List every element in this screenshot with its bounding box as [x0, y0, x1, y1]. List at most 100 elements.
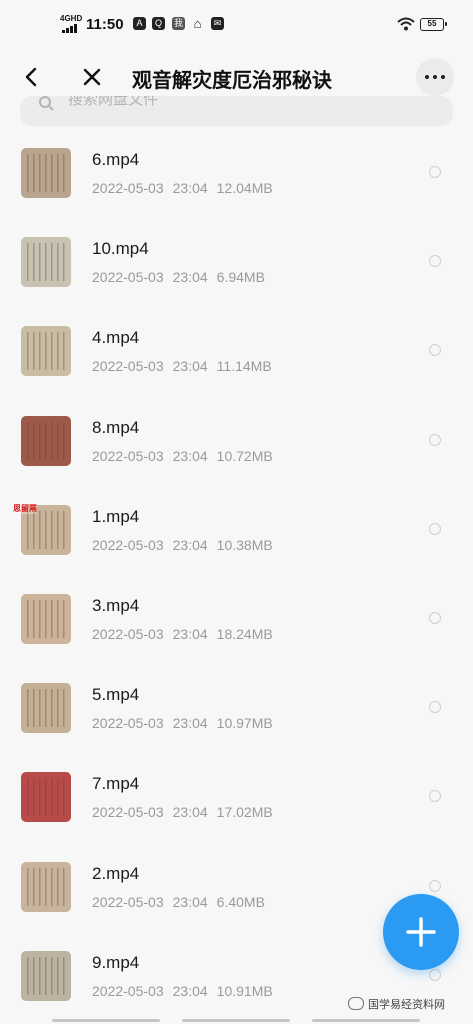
select-radio[interactable]: [429, 611, 441, 624]
file-name: 4.mp4: [92, 328, 140, 348]
file-time: 23:04: [172, 715, 208, 732]
select-radio[interactable]: [429, 701, 441, 714]
file-meta: 2022-05-03 23:04 11.14MB: [92, 358, 281, 374]
search-input[interactable]: 搜索网盘文件: [68, 96, 158, 109]
file-name: 6.mp4: [92, 150, 140, 169]
file-date: 2022-05-03: [92, 982, 164, 999]
search-bar[interactable]: 搜索网盘文件: [20, 96, 453, 126]
file-name: 8.mp4: [92, 417, 140, 437]
select-radio[interactable]: [429, 968, 441, 981]
signal-icon: [62, 24, 80, 33]
file-date: 2022-05-03: [92, 625, 164, 642]
file-list-item[interactable]: 5.mp4 2022-05-03 23:04 10.97MB: [0, 665, 473, 754]
video-thumbnail: [21, 861, 71, 912]
file-time: 23:04: [172, 536, 208, 553]
select-radio[interactable]: [429, 790, 441, 803]
close-icon[interactable]: [80, 65, 104, 89]
file-name: 7.mp4: [92, 774, 140, 794]
file-size: 11.14MB: [216, 358, 272, 375]
video-thumbnail: [21, 593, 71, 644]
file-size: 6.94MB: [216, 269, 265, 286]
status-time: 11:50: [86, 16, 124, 33]
file-list: 6.mp4 2022-05-03 23:04 12.04MB 10.mp4 2022-05…: [0, 130, 473, 1022]
select-radio[interactable]: [429, 879, 441, 892]
file-name: 10.mp4: [92, 239, 149, 259]
file-date: 2022-05-03: [92, 536, 164, 553]
network-type: 4GHD: [60, 14, 83, 23]
select-radio[interactable]: [429, 433, 441, 446]
file-list-item[interactable]: 3.mp4 2022-05-03 23:04 18.24MB: [0, 576, 473, 665]
file-time: 23:04: [172, 269, 208, 286]
file-list-item[interactable]: 7.mp4 2022-05-03 23:04 17.02MB: [0, 754, 473, 843]
file-list-item[interactable]: 10.mp4 2022-05-03 23:04 6.94MB: [0, 219, 473, 308]
file-meta: 2022-05-03 23:04 10.72MB: [92, 448, 282, 464]
video-thumbnail: [21, 415, 71, 466]
video-thumbnail: [21, 950, 71, 1001]
file-size: 10.91MB: [216, 982, 273, 999]
qq-notification-icon: Q: [152, 17, 165, 30]
file-name: 3.mp4: [92, 595, 140, 615]
battery-icon: 55: [420, 18, 447, 31]
file-name: 9.mp4: [92, 952, 140, 972]
file-name: 5.mp4: [92, 685, 140, 705]
file-list-item[interactable]: 6.mp4 2022-05-03 23:04 12.04MB: [0, 130, 473, 219]
select-radio[interactable]: [429, 522, 441, 535]
mail-icon: ✉: [211, 17, 224, 30]
file-size: 10.72MB: [216, 447, 273, 464]
file-date: 2022-05-03: [92, 893, 164, 910]
file-date: 2022-05-03: [92, 447, 164, 464]
search-icon: [39, 96, 54, 111]
file-meta: 2022-05-03 23:04 10.91MB: [92, 983, 282, 999]
file-date: 2022-05-03: [92, 358, 164, 375]
file-time: 23:04: [172, 447, 208, 464]
select-radio[interactable]: [429, 344, 441, 357]
watermark-text: 国学易经资料网: [368, 999, 445, 1011]
wifi-icon: [397, 17, 415, 31]
file-time: 23:04: [172, 893, 208, 910]
file-size: 12.04MB: [216, 180, 273, 196]
file-list-item[interactable]: 1.mp4 2022-05-03 23:04 10.38MB: [0, 487, 473, 576]
file-time: 23:04: [172, 804, 208, 821]
file-meta: 2022-05-03 23:04 10.97MB: [92, 715, 282, 731]
page-title: 观音解灾度厄治邪秘诀: [132, 70, 332, 92]
video-thumbnail: [21, 683, 71, 734]
file-time: 23:04: [172, 982, 208, 999]
select-radio[interactable]: [429, 166, 441, 178]
more-options-button[interactable]: [416, 58, 454, 96]
file-meta: 2022-05-03 23:04 18.24MB: [92, 626, 282, 642]
file-date: 2022-05-03: [92, 269, 164, 286]
status-bar: 4GHD 11:50 A Q 我 ⌂ ✉ 55: [0, 0, 473, 52]
file-time: 23:04: [172, 625, 208, 642]
file-size: 10.97MB: [216, 715, 273, 732]
file-meta: 2022-05-03 23:04 17.02MB: [92, 804, 282, 820]
plus-icon: [406, 917, 436, 947]
app-notification-icon-2: 我: [172, 17, 185, 30]
more-dot: [441, 75, 445, 79]
chevron-left-icon[interactable]: [20, 65, 44, 89]
home-icon: ⌂: [193, 16, 202, 31]
video-thumbnail: [21, 326, 71, 377]
file-meta: 2022-05-03 23:04 6.40MB: [92, 894, 274, 910]
wechat-icon: [348, 997, 364, 1010]
select-radio[interactable]: [429, 255, 441, 268]
file-date: 2022-05-03: [92, 715, 164, 732]
file-meta: 2022-05-03 23:04 12.04MB: [92, 180, 282, 196]
more-horizontal-icon: [425, 75, 429, 79]
app-notification-icon: A: [133, 17, 146, 30]
file-time: 23:04: [172, 358, 208, 375]
video-thumbnail: [21, 237, 71, 288]
watermark: 国学易经资料网: [348, 996, 445, 1012]
file-meta: 2022-05-03 23:04 6.94MB: [92, 269, 274, 285]
file-list-item[interactable]: 8.mp4 2022-05-03 23:04 10.72MB: [0, 398, 473, 487]
file-size: 17.02MB: [216, 804, 273, 821]
file-size: 18.24MB: [216, 625, 273, 642]
add-button[interactable]: [383, 894, 459, 970]
file-meta: 2022-05-03 23:04 10.38MB: [92, 537, 282, 553]
home-indicator: [52, 1019, 420, 1022]
red-stamp-text: 思留鬲: [13, 503, 37, 514]
file-name: 1.mp4: [92, 506, 140, 526]
file-size: 6.40MB: [216, 893, 265, 910]
video-thumbnail: [21, 148, 71, 198]
file-list-item[interactable]: 4.mp4 2022-05-03 23:04 11.14MB: [0, 308, 473, 397]
file-date: 2022-05-03: [92, 180, 164, 196]
